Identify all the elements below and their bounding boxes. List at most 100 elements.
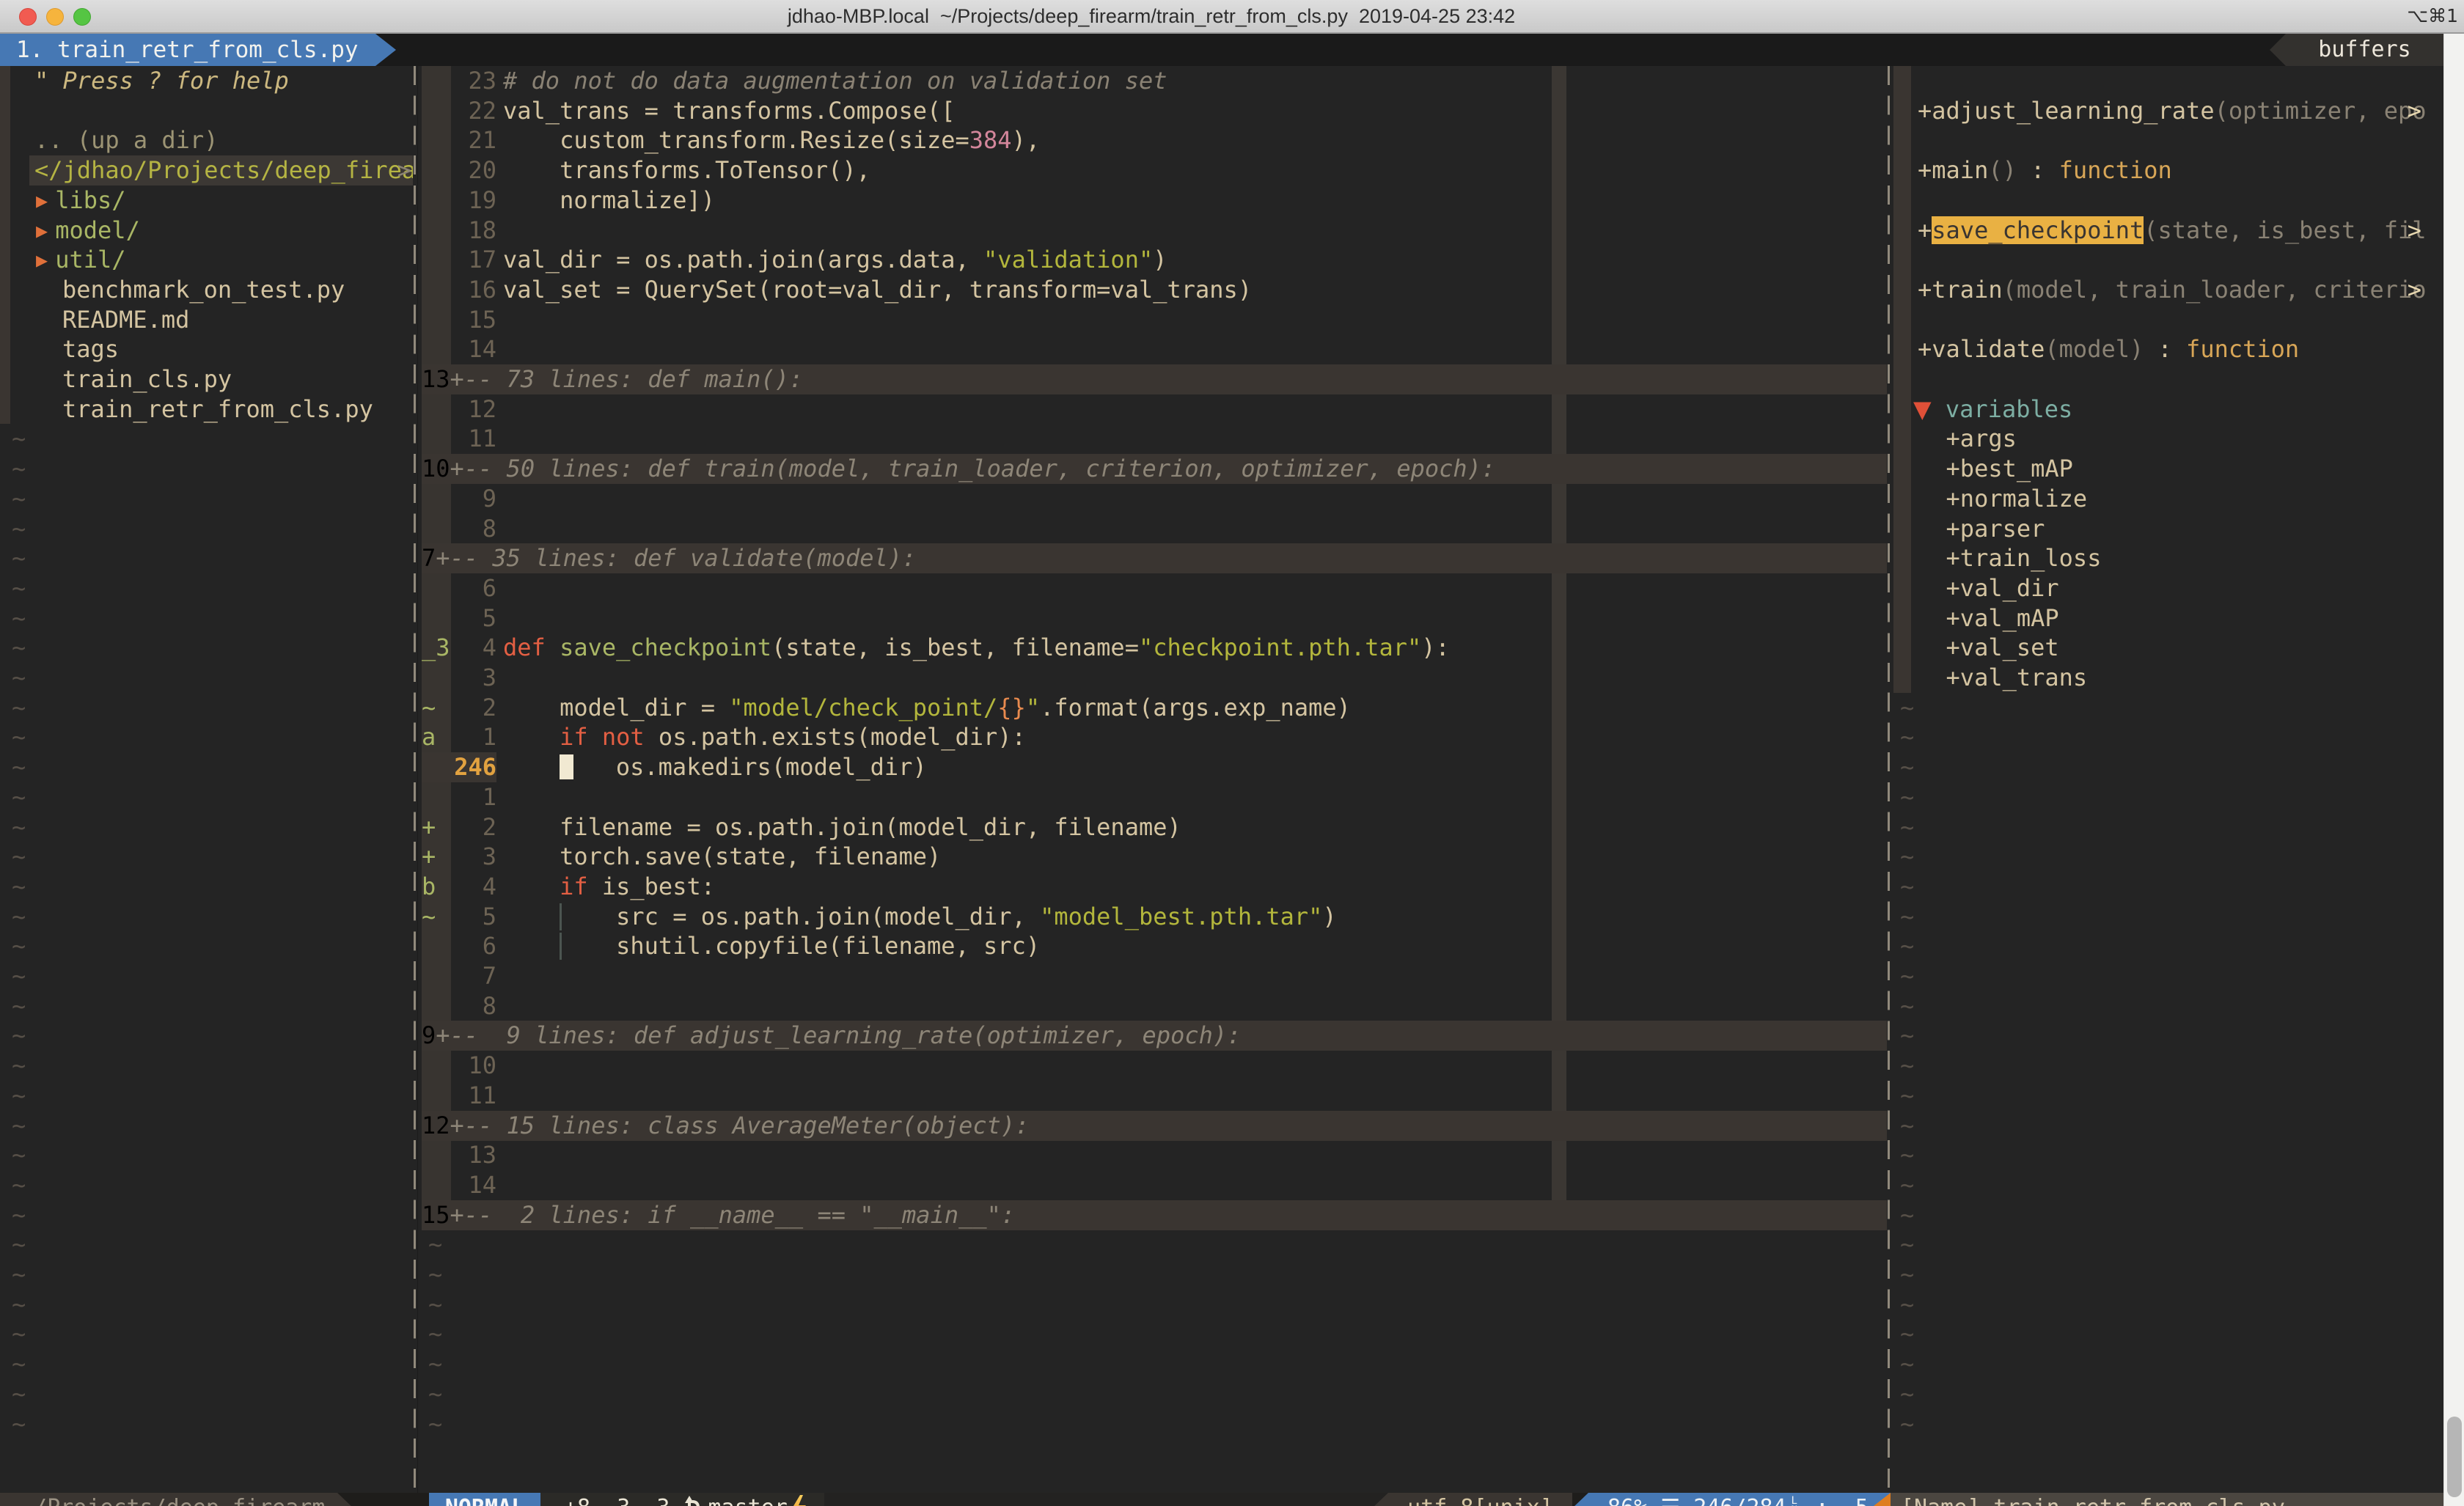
nerdtree-dir-item[interactable]: ▸ libs/ bbox=[0, 186, 413, 216]
tagbar-tag-item[interactable]: +val_set bbox=[1918, 633, 2443, 663]
nerdtree-statusline: ~/Projects/deep_firearm bbox=[0, 1493, 337, 1506]
code-line[interactable]: 11 bbox=[418, 1081, 1887, 1111]
empty-line-tilde: ~ bbox=[418, 1290, 1887, 1320]
tagbar-tag-item[interactable]: +normalize bbox=[1918, 484, 2443, 514]
nerdtree-root-item[interactable]: </jdhao/Projects/deep_firear> bbox=[0, 155, 413, 186]
tagbar-tag-item[interactable]: +main() : function bbox=[1918, 155, 2443, 186]
filename-segment: train_retr_from_cls.py python bbox=[824, 1493, 1388, 1506]
code-line[interactable]: 14 bbox=[418, 1170, 1887, 1200]
line-position: 246/284 bbox=[1693, 1495, 1786, 1506]
code-line[interactable]: 246 os.makedirs(model_dir) bbox=[418, 752, 1887, 782]
empty-line-tilde: ~ bbox=[418, 1230, 1887, 1260]
nerdtree-dir-item[interactable]: ▸ model/ bbox=[0, 216, 413, 246]
code-line[interactable]: 15 bbox=[418, 305, 1887, 335]
empty-line-tilde: ~ bbox=[0, 1021, 413, 1051]
nerdtree-help-line: " Press ? for help bbox=[0, 66, 413, 96]
powerline-separator-icon bbox=[2270, 34, 2286, 66]
empty-line-tilde: ~ bbox=[1891, 1111, 2443, 1141]
code-fold-line[interactable]: 10+-- 50 lines: def train(model, train_l… bbox=[422, 454, 1887, 484]
code-line[interactable]: 11 bbox=[418, 424, 1887, 454]
code-line[interactable]: 20 transforms.ToTensor(), bbox=[418, 155, 1887, 186]
empty-line-tilde: ~ bbox=[0, 1200, 413, 1230]
code-line[interactable]: 14 bbox=[418, 334, 1887, 364]
tagbar-tag-item[interactable]: +parser bbox=[1918, 514, 2443, 544]
cursor bbox=[560, 754, 573, 779]
code-fold-line[interactable]: 9+-- 9 lines: def adjust_learning_rate(o… bbox=[422, 1021, 1887, 1051]
code-line[interactable]: 10 bbox=[418, 1051, 1887, 1081]
lines-icon: ☰ bbox=[1660, 1495, 1680, 1506]
tagbar-tag-item[interactable]: +adjust_learning_rate(optimizer, epo> bbox=[1918, 96, 2443, 126]
code-line[interactable]: 5 bbox=[418, 603, 1887, 633]
code-line[interactable]: 22val_trans = transforms.Compose([ bbox=[418, 96, 1887, 126]
code-line[interactable]: 6 shutil.copyfile(filename, src) bbox=[418, 931, 1887, 961]
code-line[interactable]: _34def save_checkpoint(state, is_best, f… bbox=[418, 633, 1887, 663]
code-line[interactable]: 9 bbox=[418, 484, 1887, 514]
empty-line-tilde: ~ bbox=[1891, 782, 2443, 812]
empty-line-tilde: ~ bbox=[1891, 991, 2443, 1021]
mode-indicator: NORMAL bbox=[429, 1493, 540, 1506]
tagbar-tag-item[interactable]: +best_mAP bbox=[1918, 454, 2443, 484]
code-line[interactable]: 8 bbox=[418, 514, 1887, 544]
code-line[interactable]: b4 if is_best: bbox=[418, 872, 1887, 902]
nerdtree-up-dir-item[interactable]: .. (up a dir) bbox=[0, 125, 413, 155]
code-line[interactable]: a1 if not os.path.exists(model_dir): bbox=[418, 722, 1887, 752]
code-line[interactable]: 3 bbox=[418, 663, 1887, 693]
branch-name: master bbox=[708, 1493, 788, 1506]
tagbar-tag-item[interactable]: +val_mAP bbox=[1918, 603, 2443, 633]
nerdtree-file-item[interactable]: benchmark_on_test.py bbox=[0, 275, 413, 305]
nerdtree-file-item[interactable]: README.md bbox=[0, 305, 413, 335]
nerdtree-dir-item[interactable]: ▸ util/ bbox=[0, 245, 413, 275]
code-fold-line[interactable]: 13+-- 73 lines: def main(): bbox=[422, 364, 1887, 394]
terminal-window: jdhao-MBP.local ~/Projects/deep_firearm/… bbox=[0, 0, 2464, 1506]
code-line[interactable]: +3 torch.save(state, filename) bbox=[418, 842, 1887, 872]
code-line[interactable]: ~2 model_dir = "model/check_point/{}".fo… bbox=[418, 693, 1887, 723]
code-line[interactable]: 18 bbox=[418, 216, 1887, 246]
code-line[interactable]: 17val_dir = os.path.join(args.data, "val… bbox=[418, 245, 1887, 275]
nerdtree-file-item[interactable]: train_cls.py bbox=[0, 364, 413, 394]
code-line[interactable]: 13 bbox=[418, 1140, 1887, 1170]
empty-line-tilde: ~ bbox=[0, 514, 413, 544]
scrollbar-thumb[interactable] bbox=[2447, 1417, 2462, 1497]
tagbar-tag-item[interactable]: +save_checkpoint(state, is_best, fil> bbox=[1918, 216, 2443, 246]
tagbar-tag-item[interactable]: +train(model, train_loader, criterio> bbox=[1918, 275, 2443, 305]
empty-line-tilde: ~ bbox=[0, 573, 413, 603]
empty-line-tilde: ~ bbox=[0, 1051, 413, 1081]
code-line[interactable]: +2 filename = os.path.join(model_dir, fi… bbox=[418, 812, 1887, 842]
empty-line-tilde: ~ bbox=[418, 1260, 1887, 1290]
code-line[interactable]: 23# do not do data augmentation on valid… bbox=[418, 66, 1887, 96]
tagbar-tag-item[interactable]: +args bbox=[1918, 424, 2443, 454]
code-line[interactable]: 8 bbox=[418, 991, 1887, 1021]
code-line[interactable]: ~5 src = os.path.join(model_dir, "model_… bbox=[418, 902, 1887, 932]
tagbar-tag-item[interactable]: +val_trans bbox=[1918, 663, 2443, 693]
hunks-summary: +8 ~3 -3 bbox=[564, 1493, 670, 1506]
code-line[interactable]: 21 custom_transform.Resize(size=384), bbox=[418, 125, 1887, 155]
empty-line-tilde: ~ bbox=[1891, 931, 2443, 961]
code-line[interactable]: 1 bbox=[418, 782, 1887, 812]
tagbar-tag-item[interactable]: +validate(model) : function bbox=[1918, 334, 2443, 364]
empty-line-tilde: ~ bbox=[0, 424, 413, 454]
tagbar-tag-item[interactable]: +val_dir bbox=[1918, 573, 2443, 603]
tagbar-tag-item[interactable]: +train_loss bbox=[1918, 543, 2443, 573]
code-fold-line[interactable]: 12+-- 15 lines: class AverageMeter(objec… bbox=[422, 1111, 1887, 1141]
code-line[interactable]: 12 bbox=[418, 394, 1887, 425]
encoding-segment: utf-8[unix] bbox=[1388, 1493, 1572, 1506]
code-line[interactable]: 19 normalize]) bbox=[418, 186, 1887, 216]
tagbar-panel: +adjust_learning_rate(optimizer, epo> +ma… bbox=[1891, 66, 2443, 1493]
empty-line-tilde: ~ bbox=[1891, 1170, 2443, 1200]
tab-train-retr-from-cls[interactable]: 1. train_retr_from_cls.py bbox=[0, 34, 396, 66]
buffers-indicator[interactable]: buffers bbox=[2270, 34, 2443, 66]
code-fold-line[interactable]: 7+-- 35 lines: def validate(model): bbox=[422, 543, 1887, 573]
empty-line-tilde: ~ bbox=[1891, 902, 2443, 932]
nerdtree-file-item[interactable]: tags bbox=[0, 334, 413, 364]
empty-line-tilde: ~ bbox=[1891, 1319, 2443, 1349]
empty-line-tilde: ~ bbox=[1891, 842, 2443, 872]
empty-line-tilde: ~ bbox=[0, 1081, 413, 1111]
code-line[interactable]: 6 bbox=[418, 573, 1887, 603]
code-line[interactable]: 16val_set = QuerySet(root=val_dir, trans… bbox=[418, 275, 1887, 305]
nerdtree-file-item[interactable]: train_retr_from_cls.py bbox=[0, 394, 413, 425]
code-line[interactable]: 7 bbox=[418, 961, 1887, 991]
code-fold-line[interactable]: 15+-- 2 lines: if __name__ == "__main__"… bbox=[422, 1200, 1887, 1230]
empty-line-tilde: ~ bbox=[0, 1230, 413, 1260]
empty-line-tilde: ~ bbox=[0, 1409, 413, 1439]
tagbar-section-variables[interactable]: ▼ variables bbox=[1913, 394, 2443, 425]
